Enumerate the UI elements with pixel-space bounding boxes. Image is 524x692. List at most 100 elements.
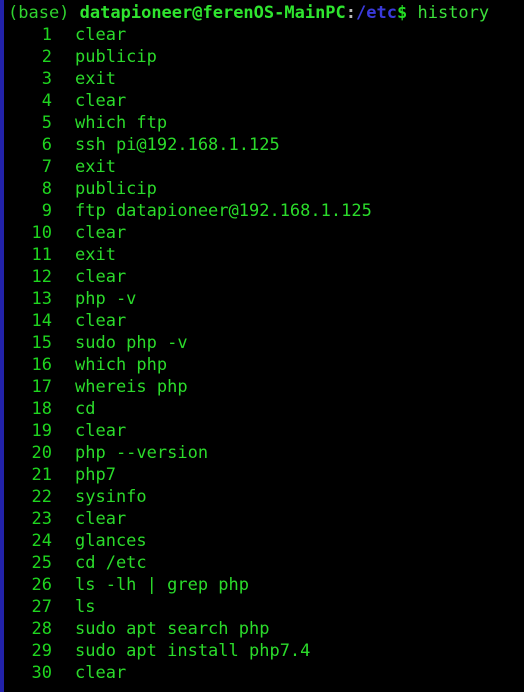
prompt-space-1 (69, 3, 79, 23)
history-row-command: sysinfo (75, 487, 147, 507)
history-row: 19 clear (4, 420, 524, 442)
history-row-index: 21 (31, 465, 52, 485)
history-row: 12 clear (4, 266, 524, 288)
history-row-index: 17 (31, 377, 52, 397)
history-row-command: ftp datapioneer@192.168.1.125 (75, 201, 372, 221)
history-row-command: php7 (75, 465, 116, 485)
history-row-index: 7 (41, 157, 52, 177)
history-row-index: 12 (31, 267, 52, 287)
history-row: 16 which php (4, 354, 524, 376)
history-row-index: 29 (31, 641, 52, 661)
history-row-index: 2 (41, 47, 52, 67)
current-path-label: /etc (356, 3, 397, 23)
history-row-index: 26 (31, 575, 52, 595)
history-row-command: which ftp (75, 113, 168, 133)
history-row-command: cd /etc (75, 553, 147, 573)
history-row: 11 exit (4, 244, 524, 266)
history-row: 8 publicip (4, 178, 524, 200)
user-host-label: datapioneer@ferenOS-MainPC (79, 3, 346, 23)
history-row: 25 cd /etc (4, 552, 524, 574)
history-row-index: 25 (31, 553, 52, 573)
typed-command: history (417, 3, 490, 23)
history-row-command: ssh pi@192.168.1.125 (75, 135, 280, 155)
history-row-index: 19 (31, 421, 52, 441)
history-row-index: 24 (31, 531, 52, 551)
history-row: 3 exit (4, 68, 524, 90)
history-row-command: php --version (75, 443, 209, 463)
history-row-index: 22 (31, 487, 52, 507)
history-row-command: exit (75, 157, 116, 177)
history-row-index: 4 (41, 91, 52, 111)
history-row-command: ls -lh | grep php (75, 575, 249, 595)
history-row-command: ls (75, 597, 96, 617)
shell-prompt-line: (base) datapioneer@ferenOS-MainPC:/etc$ … (4, 2, 524, 24)
history-row-index: 30 (31, 663, 52, 683)
history-row-index: 20 (31, 443, 52, 463)
history-row: 27 ls (4, 596, 524, 618)
history-row: 9 ftp datapioneer@192.168.1.125 (4, 200, 524, 222)
history-row-command: clear (75, 223, 127, 243)
history-row: 5 which ftp (4, 112, 524, 134)
terminal-window[interactable]: (base) datapioneer@ferenOS-MainPC:/etc$ … (0, 0, 524, 692)
history-row-index: 14 (31, 311, 52, 331)
prompt-symbol: $ (396, 3, 408, 23)
history-row-index: 6 (41, 135, 52, 155)
history-row-index: 18 (31, 399, 52, 419)
history-row: 15 sudo php -v (4, 332, 524, 354)
history-row-command: exit (75, 69, 116, 89)
history-row-command: whereis php (75, 377, 188, 397)
history-row: 24 glances (4, 530, 524, 552)
history-row: 20 php --version (4, 442, 524, 464)
history-row-command: clear (75, 663, 127, 683)
history-row: 10 clear (4, 222, 524, 244)
history-row-command: sudo apt install php7.4 (75, 641, 311, 661)
history-row-index: 13 (31, 289, 52, 309)
history-row-index: 8 (41, 179, 52, 199)
history-row-command: cd (75, 399, 96, 419)
history-row-command: publicip (75, 179, 157, 199)
history-row-command: clear (75, 311, 127, 331)
history-row-index: 23 (31, 509, 52, 529)
history-row-index: 27 (31, 597, 52, 617)
history-row: 1 clear (4, 24, 524, 46)
history-row: 26 ls -lh | grep php (4, 574, 524, 596)
history-row-command: exit (75, 245, 116, 265)
history-row-command: sudo apt search php (75, 619, 270, 639)
history-row: 7 exit (4, 156, 524, 178)
history-row: 13 php -v (4, 288, 524, 310)
history-row: 28 sudo apt search php (4, 618, 524, 640)
history-row-index: 10 (31, 223, 52, 243)
history-row: 14 clear (4, 310, 524, 332)
history-row-command: clear (75, 421, 127, 441)
history-row: 22 sysinfo (4, 486, 524, 508)
history-row-command: which php (75, 355, 168, 375)
history-row: 29 sudo apt install php7.4 (4, 640, 524, 662)
history-row: 21 php7 (4, 464, 524, 486)
history-row-command: clear (75, 509, 127, 529)
conda-env-label: (base) (8, 3, 70, 23)
history-row: 23 clear (4, 508, 524, 530)
history-row-index: 16 (31, 355, 52, 375)
history-row: 4 clear (4, 90, 524, 112)
history-row-index: 3 (41, 69, 52, 89)
history-output-list: 1 clear 2 publicip 3 exit 4 clear 5 which ftp 6 ssh… (4, 24, 524, 684)
history-row: 17 whereis php (4, 376, 524, 398)
history-row-index: 28 (31, 619, 52, 639)
history-row-command: publicip (75, 47, 157, 67)
history-row-index: 11 (31, 245, 52, 265)
history-row-command: clear (75, 91, 127, 111)
history-row-index: 1 (41, 25, 52, 45)
terminal-screen[interactable]: (base) datapioneer@ferenOS-MainPC:/etc$ … (4, 0, 524, 692)
history-row-command: clear (75, 25, 127, 45)
prompt-separator: : (345, 3, 357, 23)
prompt-space-2 (407, 3, 417, 23)
history-row-command: glances (75, 531, 147, 551)
history-row-index: 9 (41, 201, 52, 221)
history-row-command: php -v (75, 289, 137, 309)
history-row-index: 5 (41, 113, 52, 133)
history-row-index: 15 (31, 333, 52, 353)
history-row: 2 publicip (4, 46, 524, 68)
history-row-command: clear (75, 267, 127, 287)
history-row-command: sudo php -v (75, 333, 188, 353)
history-row: 18 cd (4, 398, 524, 420)
